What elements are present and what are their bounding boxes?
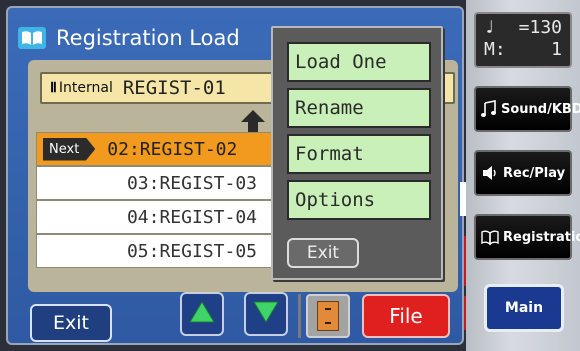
- main-button[interactable]: Main: [484, 284, 564, 332]
- triangle-down-icon: [253, 300, 279, 328]
- list-item[interactable]: 05:REGIST-05: [36, 234, 296, 268]
- menu-item-format[interactable]: Format: [287, 134, 431, 174]
- scroll-up-button[interactable]: [180, 292, 224, 336]
- tempo-display: ♩ =130 M: 1: [474, 12, 572, 68]
- registration-label: Registration: [503, 229, 580, 245]
- parent-up-arrow-icon[interactable]: [241, 110, 265, 132]
- list-item-label: 04:REGIST-04: [126, 206, 257, 228]
- list-item-label: 03:REGIST-03: [126, 172, 257, 194]
- list-item-label: 05:REGIST-05: [126, 240, 257, 262]
- sound-kbd-button[interactable]: Sound/KBD: [474, 86, 580, 132]
- scroll-down-button[interactable]: [244, 292, 288, 336]
- internal-memory-icon: Ⅱ: [50, 80, 57, 96]
- rec-play-label: Rec/Play: [503, 165, 566, 181]
- rec-play-button[interactable]: Rec/Play: [474, 150, 572, 196]
- book-icon: [18, 27, 46, 49]
- registration-button[interactable]: Registration: [474, 214, 580, 260]
- page-title: Registration Load: [56, 26, 240, 50]
- list-item[interactable]: 04:REGIST-04: [36, 200, 296, 234]
- next-badge: Next: [43, 137, 96, 161]
- registration-list: Next 02:REGIST-02 03:REGIST-03 04:REGIST…: [36, 132, 296, 268]
- speaker-icon: [480, 163, 500, 183]
- measure-value: 1: [551, 39, 562, 60]
- note-icon: ♩: [484, 17, 495, 38]
- triangle-up-icon: [189, 300, 215, 328]
- menu-item-options[interactable]: Options: [287, 180, 431, 220]
- current-registration-name: REGIST-01: [122, 77, 226, 99]
- music-note-icon: [480, 99, 498, 119]
- scroll-bar-icon: [317, 301, 339, 331]
- side-panel: ♩ =130 M: 1 Sound/KBD Rec/Play Registrat…: [466, 0, 580, 351]
- open-book-icon: [480, 227, 500, 247]
- file-button[interactable]: File: [362, 294, 450, 338]
- sound-kbd-label: Sound/KBD: [501, 101, 580, 117]
- list-item[interactable]: Next 02:REGIST-02: [36, 132, 296, 166]
- popup-exit-button[interactable]: Exit: [287, 238, 359, 268]
- measure-label: M:: [484, 39, 506, 60]
- exit-button[interactable]: Exit: [30, 304, 112, 342]
- file-menu-popup: Load One Rename Format Options Exit: [271, 26, 443, 280]
- list-item-label: 02:REGIST-02: [107, 138, 238, 160]
- source-label: Internal: [58, 80, 113, 96]
- list-scroll-button[interactable]: [306, 294, 350, 338]
- divider: [298, 294, 301, 338]
- main-screen: Registration Load Ⅱ Internal REGIST-01 N…: [6, 6, 474, 345]
- tempo-value: =130: [518, 17, 562, 38]
- menu-item-load-one[interactable]: Load One: [287, 42, 431, 82]
- menu-item-rename[interactable]: Rename: [287, 88, 431, 128]
- list-item[interactable]: 03:REGIST-03: [36, 166, 296, 200]
- title-bar: Registration Load: [18, 20, 268, 56]
